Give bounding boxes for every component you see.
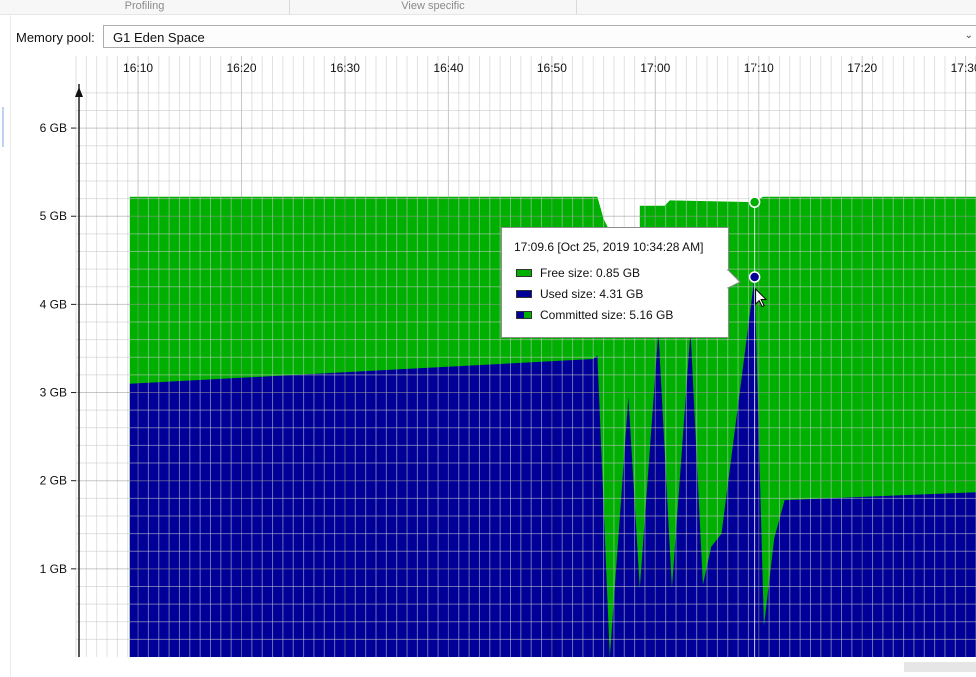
memory-pool-value: G1 Eden Space — [113, 30, 205, 45]
used-point[interactable] — [748, 271, 761, 283]
x-tick-label: 16:30 — [330, 61, 360, 75]
tab-profiling[interactable]: Profiling — [0, 0, 289, 14]
y-tick-label: 5 GB — [40, 209, 67, 223]
tab-view-specific[interactable]: View specific — [290, 0, 576, 14]
memory-pool-row: Memory pool: G1 Eden Space ⌄ — [11, 22, 976, 52]
memory-telemetry-chart[interactable]: 16:10 16:20 16:30 16:40 16:50 17:00 17:10 17:20… — [0, 54, 976, 677]
x-tick-label: 17:20 — [847, 61, 877, 75]
y-tick-label: 1 GB — [40, 562, 67, 576]
chart-tooltip: 17:09.6 [Oct 25, 2019 10:34:28 AM] Free … — [501, 227, 741, 338]
tooltip-pointer — [727, 268, 741, 289]
y-tick-label: 3 GB — [40, 386, 67, 400]
memory-pool-label: Memory pool: — [16, 30, 95, 45]
horizontal-scrollbar[interactable] — [904, 662, 976, 672]
chevron-down-icon[interactable]: ⌄ — [965, 30, 973, 41]
tooltip-committed: Committed size: 5.16 GB — [540, 308, 674, 322]
x-tick-label: 17:10 — [744, 61, 774, 75]
tab-divider — [576, 0, 577, 14]
x-tick-label: 17:30 — [951, 61, 976, 75]
x-tick-label: 16:50 — [537, 61, 567, 75]
x-tick-label: 16:40 — [433, 61, 463, 75]
tooltip-free: Free size: 0.85 GB — [540, 266, 641, 280]
y-axis-ticks: 1 GB 2 GB 3 GB 4 GB 5 GB 6 GB — [40, 121, 76, 576]
tooltip-used: Used size: 4.31 GB — [540, 287, 644, 301]
y-tick-label: 6 GB — [40, 121, 67, 135]
x-tick-label: 16:20 — [227, 61, 257, 75]
committed-point[interactable] — [748, 196, 761, 208]
x-tick-label: 16:10 — [123, 61, 153, 75]
used-swatch-icon — [516, 290, 532, 298]
y-tick-label: 2 GB — [40, 474, 67, 488]
memory-pool-select[interactable]: G1 Eden Space ⌄ — [103, 25, 976, 48]
view-tab-bar: Profiling View specific — [0, 0, 976, 15]
tooltip-time: 17:09.6 [Oct 25, 2019 10:34:28 AM] — [514, 240, 704, 254]
x-tick-label: 17:00 — [640, 61, 670, 75]
committed-swatch-icon — [516, 311, 532, 319]
y-tick-label: 4 GB — [40, 297, 67, 311]
x-axis-ticks: 16:10 16:20 16:30 16:40 16:50 17:00 17:10 17:20… — [123, 61, 976, 75]
free-swatch-icon — [516, 269, 532, 277]
